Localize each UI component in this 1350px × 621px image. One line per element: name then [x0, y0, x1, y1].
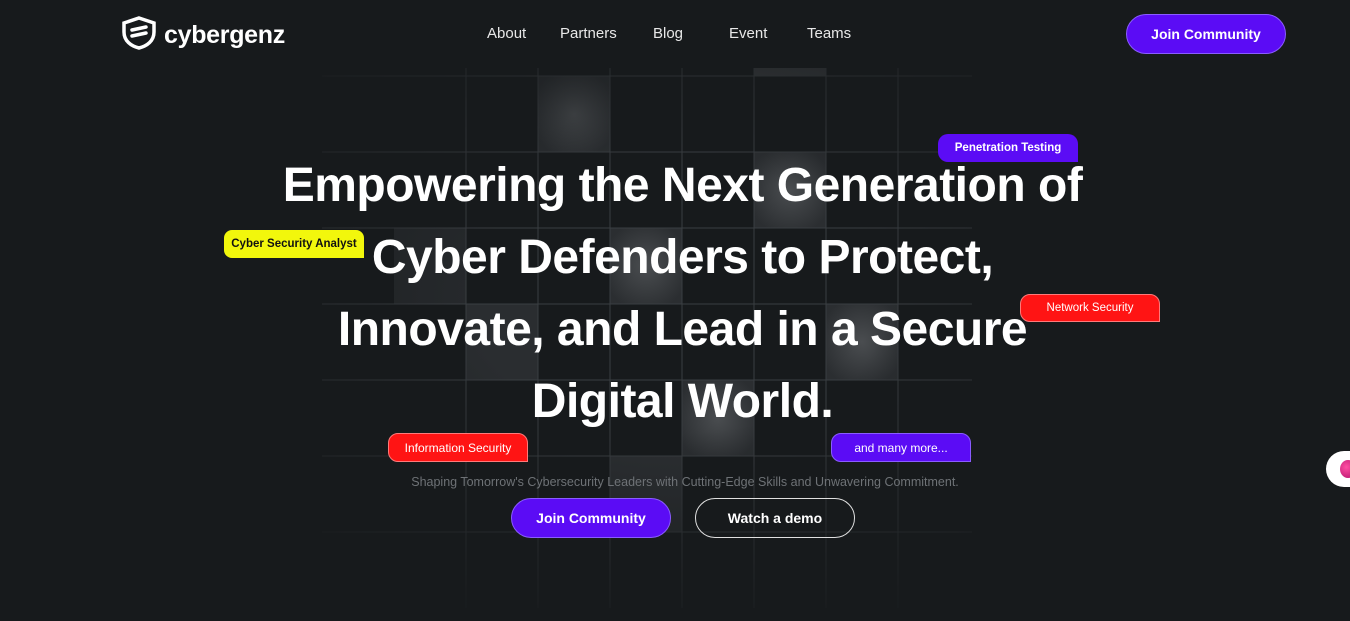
tag-penetration-testing: Penetration Testing: [938, 134, 1078, 162]
tag-information-security: Information Security: [388, 433, 528, 462]
chat-widget-icon: [1340, 460, 1350, 478]
hero-headline: Empowering the Next Generation of Cyber …: [250, 150, 1115, 438]
watch-demo-button[interactable]: Watch a demo: [695, 498, 855, 538]
tag-cyber-security-analyst: Cyber Security Analyst: [224, 230, 364, 258]
headline-line-1: Empowering the Next Generation of: [282, 159, 1083, 212]
hero-join-community-button[interactable]: Join Community: [511, 498, 671, 538]
hero-subline: Shaping Tomorrow's Cybersecurity Leaders…: [411, 474, 959, 489]
nav-item-teams[interactable]: Teams: [807, 25, 851, 42]
nav-item-partners[interactable]: Partners: [560, 25, 617, 42]
tag-network-security: Network Security: [1020, 294, 1160, 322]
tag-and-many-more: and many more...: [831, 433, 971, 462]
side-chat-widget[interactable]: [1326, 451, 1350, 487]
headline-line-4: Digital World.: [531, 375, 834, 428]
headline-line-2: Cyber Defenders to Protect,: [371, 231, 994, 284]
headline-line-3: Innovate, and Lead in a Secure: [337, 303, 1028, 356]
nav-item-blog[interactable]: Blog: [653, 25, 683, 42]
nav-join-community-button[interactable]: Join Community: [1126, 14, 1286, 54]
nav-item-about[interactable]: About: [487, 25, 526, 42]
nav-item-event[interactable]: Event: [729, 25, 767, 42]
